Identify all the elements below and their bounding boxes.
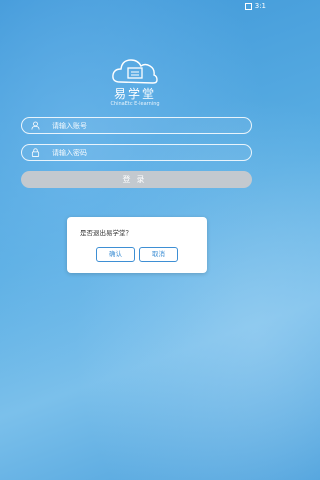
- lock-icon: [31, 148, 40, 157]
- brand-subtitle: ChinaEtc E-learning: [110, 101, 160, 107]
- username-field[interactable]: [21, 117, 252, 134]
- status-bar: 3:1: [0, 0, 270, 14]
- password-field[interactable]: [21, 144, 252, 161]
- login-button[interactable]: 登录: [21, 171, 252, 188]
- cancel-button[interactable]: 取消: [139, 247, 178, 262]
- exit-dialog: 是否退出易学堂？ 确认 取消: [67, 217, 207, 273]
- status-icons: 3:1: [244, 2, 266, 10]
- password-input[interactable]: [52, 145, 242, 160]
- battery-icon: [244, 2, 252, 10]
- brand-name: 易学堂: [113, 87, 156, 101]
- clock-text: 3:1: [254, 2, 266, 10]
- user-icon: [31, 121, 40, 130]
- username-input[interactable]: [52, 118, 242, 133]
- confirm-button[interactable]: 确认: [96, 247, 135, 262]
- dialog-message: 是否退出易学堂？: [80, 229, 132, 237]
